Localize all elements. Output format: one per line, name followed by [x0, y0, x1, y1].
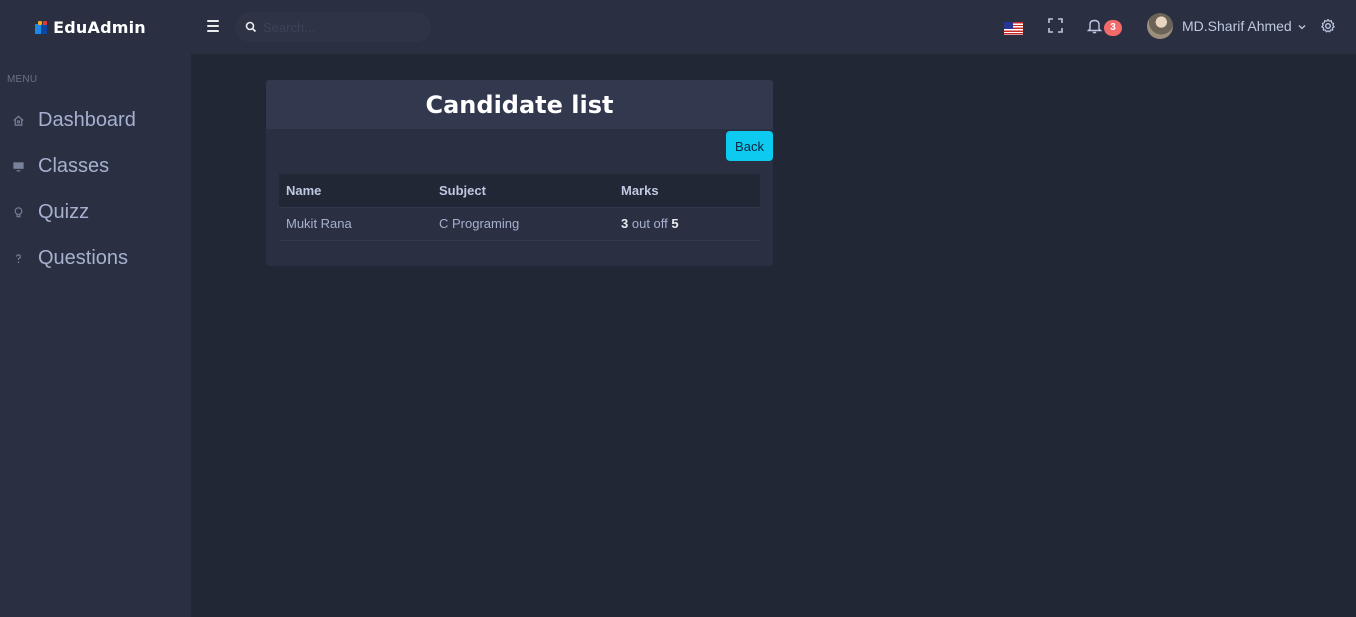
user-dropdown[interactable]: MD.Sharif Ahmed — [1147, 13, 1306, 39]
notification-badge: 3 — [1104, 20, 1122, 36]
monitor-icon — [11, 159, 25, 173]
table-row: Mukit Rana C Programing 3 out off 5 — [279, 207, 760, 241]
lightbulb-icon — [11, 205, 25, 219]
brand-logo[interactable]: EduAdmin — [0, 0, 191, 55]
sidebar-item-classes[interactable]: Classes — [0, 143, 191, 189]
avatar — [1147, 13, 1173, 39]
column-header-marks: Marks — [614, 174, 760, 208]
candidate-list-card: Candidate list Back Name Subject Marks M… — [266, 80, 773, 266]
bell-icon[interactable] — [1086, 18, 1103, 39]
fullscreen-icon[interactable] — [1048, 18, 1063, 38]
chevron-down-icon — [1298, 17, 1306, 35]
brand-name: EduAdmin — [53, 18, 146, 37]
user-name: MD.Sharif Ahmed — [1182, 18, 1292, 34]
top-header: 3 MD.Sharif Ahmed — [191, 0, 1356, 54]
sidebar-item-quizz[interactable]: Quizz — [0, 189, 191, 235]
marks-out-of: out off — [631, 216, 668, 231]
sidebar-item-label: Questions — [38, 246, 129, 269]
candidate-table: Name Subject Marks Mukit Rana C Programi… — [279, 174, 760, 241]
table-header-row: Name Subject Marks — [279, 174, 760, 208]
sidebar-item-label: Dashboard — [38, 108, 136, 131]
menu-title: MENU — [7, 74, 38, 85]
search-box — [235, 12, 431, 42]
marks-score: 3 — [621, 216, 629, 231]
sidebar-item-questions[interactable]: Questions — [0, 235, 191, 281]
gear-icon[interactable] — [1320, 18, 1336, 39]
column-header-name: Name — [279, 174, 432, 208]
back-button[interactable]: Back — [726, 131, 773, 161]
cell-subject: C Programing — [432, 207, 614, 241]
search-icon — [245, 20, 257, 38]
sidebar: EduAdmin MENU Dashboard Classes Quizz Qu… — [0, 0, 191, 617]
page-title: Candidate list — [425, 90, 614, 119]
column-header-subject: Subject — [432, 174, 614, 208]
home-icon — [11, 113, 25, 127]
sidebar-item-dashboard[interactable]: Dashboard — [0, 97, 191, 143]
search-input[interactable] — [263, 12, 423, 42]
cell-name: Mukit Rana — [279, 207, 432, 241]
question-icon — [11, 251, 25, 265]
menu-toggle-icon[interactable] — [207, 20, 219, 32]
us-flag-icon[interactable] — [1004, 22, 1023, 35]
cell-marks: 3 out off 5 — [614, 207, 760, 241]
marks-total: 5 — [671, 216, 679, 231]
sidebar-nav: Dashboard Classes Quizz Questions — [0, 97, 191, 281]
sidebar-item-label: Classes — [38, 154, 110, 177]
card-header: Candidate list — [266, 80, 773, 129]
sidebar-item-label: Quizz — [38, 200, 90, 223]
logo-icon — [35, 20, 49, 35]
